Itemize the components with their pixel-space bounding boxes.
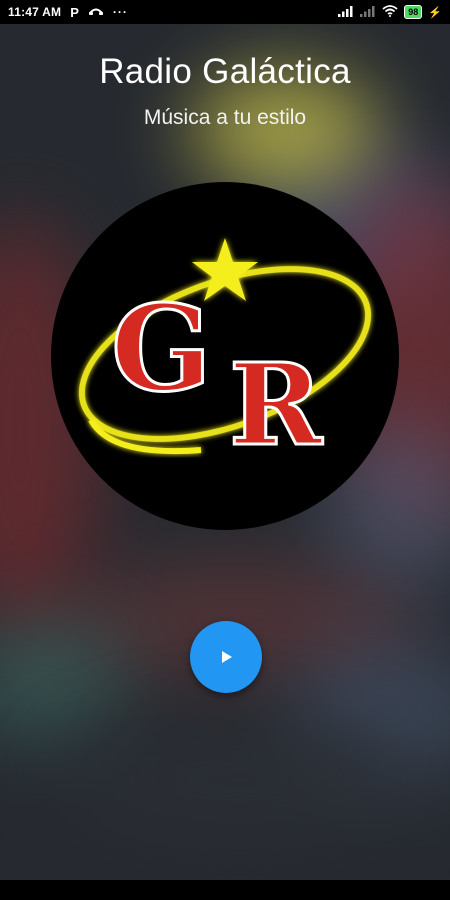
signal-icon [338,5,354,20]
charging-icon: ⚡ [428,6,442,19]
wifi-icon [382,4,398,20]
app-subtitle: Música a tu estilo [143,106,307,129]
p-icon: P [70,4,79,20]
play-icon [222,651,232,663]
signal-icon [360,5,376,20]
battery-icon: 98 [404,5,423,19]
more-icon: ··· [112,5,128,19]
station-logo: G R [51,182,399,530]
app-title: Radio Galáctica [99,52,351,91]
status-time: 11:47 AM [8,5,62,19]
app-screen: 11:47 AM P ··· 98 ⚡ Radio Galáctica Músi… [0,0,450,900]
play-button[interactable] [190,621,262,693]
status-bar: 11:47 AM P ··· 98 ⚡ [0,0,450,24]
background-blur [60,720,420,840]
battery-level: 98 [408,7,419,17]
system-nav-bar [0,880,450,900]
logo-letter-g: G [111,279,212,418]
call-icon [88,5,104,20]
logo-letter-r: R [229,340,323,471]
